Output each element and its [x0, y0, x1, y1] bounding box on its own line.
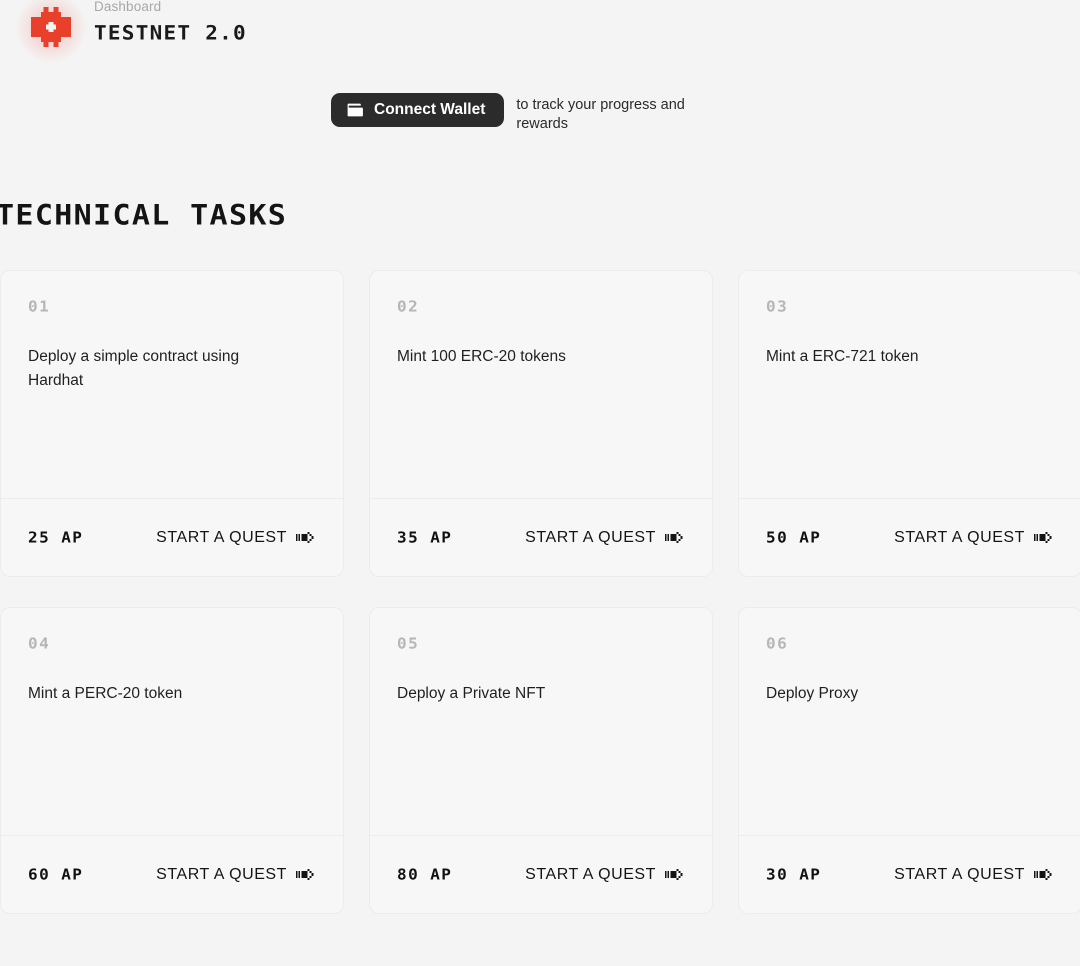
task-number: 06	[766, 634, 789, 653]
start-quest-button[interactable]: START A QUEST	[156, 529, 316, 547]
task-card-footer: 60 AP START A QUEST	[1, 835, 343, 913]
task-points: 35 AP	[397, 528, 453, 546]
connect-wallet-button[interactable]: Connect Wallet	[331, 93, 505, 127]
start-quest-button[interactable]: START A QUEST	[525, 866, 685, 884]
task-card-body: 01 Deploy a simple contract using Hardha…	[1, 271, 343, 498]
arrow-right-icon	[665, 869, 683, 880]
task-card-footer: 50 AP START A QUEST	[739, 498, 1080, 576]
task-card-body: 06 Deploy Proxy	[739, 608, 1080, 835]
start-quest-button[interactable]: START A QUEST	[894, 866, 1054, 884]
task-card[interactable]: 02 Mint 100 ERC-20 tokens 35 AP START A …	[369, 270, 713, 577]
task-points: 50 AP	[766, 528, 822, 546]
task-title: Mint a ERC-721 token	[766, 348, 919, 365]
task-card[interactable]: 06 Deploy Proxy 30 AP START A QUEST	[738, 607, 1080, 914]
page-header: Dashboard TESTNET 2.0	[0, 0, 247, 65]
start-quest-label: START A QUEST	[894, 865, 1025, 883]
arrow-right-icon	[665, 532, 683, 543]
task-card-body: 03 Mint a ERC-721 token	[739, 271, 1080, 498]
page-title: TESTNET 2.0	[94, 21, 247, 45]
start-quest-label: START A QUEST	[894, 528, 1025, 546]
task-number: 01	[28, 297, 51, 316]
wallet-row: Connect Wallet to track your progress an…	[331, 93, 716, 134]
dashboard-page: Dashboard TESTNET 2.0 Connect Wallet to …	[0, 0, 1080, 966]
start-quest-button[interactable]: START A QUEST	[894, 529, 1054, 547]
breadcrumb: Dashboard	[94, 0, 162, 14]
start-quest-label: START A QUEST	[156, 528, 287, 546]
wallet-icon	[347, 103, 363, 117]
task-card[interactable]: 03 Mint a ERC-721 token 50 AP START A QU…	[738, 270, 1080, 577]
start-quest-label: START A QUEST	[525, 528, 656, 546]
task-card-footer: 80 AP START A QUEST	[370, 835, 712, 913]
task-points: 60 AP	[28, 865, 84, 883]
start-quest-label: START A QUEST	[156, 865, 287, 883]
arrow-right-icon	[296, 532, 314, 543]
connect-wallet-label: Connect Wallet	[374, 101, 486, 118]
start-quest-button[interactable]: START A QUEST	[525, 529, 685, 547]
task-grid: 01 Deploy a simple contract using Hardha…	[0, 270, 1080, 914]
task-number: 05	[397, 634, 420, 653]
wallet-note: to track your progress and rewards	[516, 97, 685, 132]
arrow-right-icon	[296, 869, 314, 880]
task-title: Deploy a simple contract using Hardhat	[28, 348, 240, 390]
task-card-body: 04 Mint a PERC-20 token	[1, 608, 343, 835]
arrow-right-icon	[1034, 532, 1052, 543]
title-block: Dashboard TESTNET 2.0	[94, 0, 247, 48]
task-title: Mint a PERC-20 token	[28, 685, 183, 702]
task-card-footer: 30 AP START A QUEST	[739, 835, 1080, 913]
task-number: 02	[397, 297, 420, 316]
start-quest-label: START A QUEST	[525, 865, 656, 883]
task-title: Deploy Proxy	[766, 685, 859, 702]
task-card-footer: 25 AP START A QUEST	[1, 498, 343, 576]
task-card[interactable]: 04 Mint a PERC-20 token 60 AP START A QU…	[0, 607, 344, 914]
task-title: Mint 100 ERC-20 tokens	[397, 348, 566, 365]
task-points: 80 AP	[397, 865, 453, 883]
task-card-body: 02 Mint 100 ERC-20 tokens	[370, 271, 712, 498]
task-number: 04	[28, 634, 51, 653]
task-card-body: 05 Deploy a Private NFT	[370, 608, 712, 835]
task-card-footer: 35 AP START A QUEST	[370, 498, 712, 576]
task-points: 30 AP	[766, 865, 822, 883]
task-number: 03	[766, 297, 789, 316]
task-card[interactable]: 05 Deploy a Private NFT 80 AP START A QU…	[369, 607, 713, 914]
section-title: TECHNICAL TASKS	[0, 199, 288, 232]
task-points: 25 AP	[28, 528, 84, 546]
task-card[interactable]: 01 Deploy a simple contract using Hardha…	[0, 270, 344, 577]
arrow-right-icon	[1034, 869, 1052, 880]
brand-logo	[15, 0, 87, 65]
start-quest-button[interactable]: START A QUEST	[156, 866, 316, 884]
task-title: Deploy a Private NFT	[397, 685, 546, 702]
gear-icon	[31, 7, 71, 47]
